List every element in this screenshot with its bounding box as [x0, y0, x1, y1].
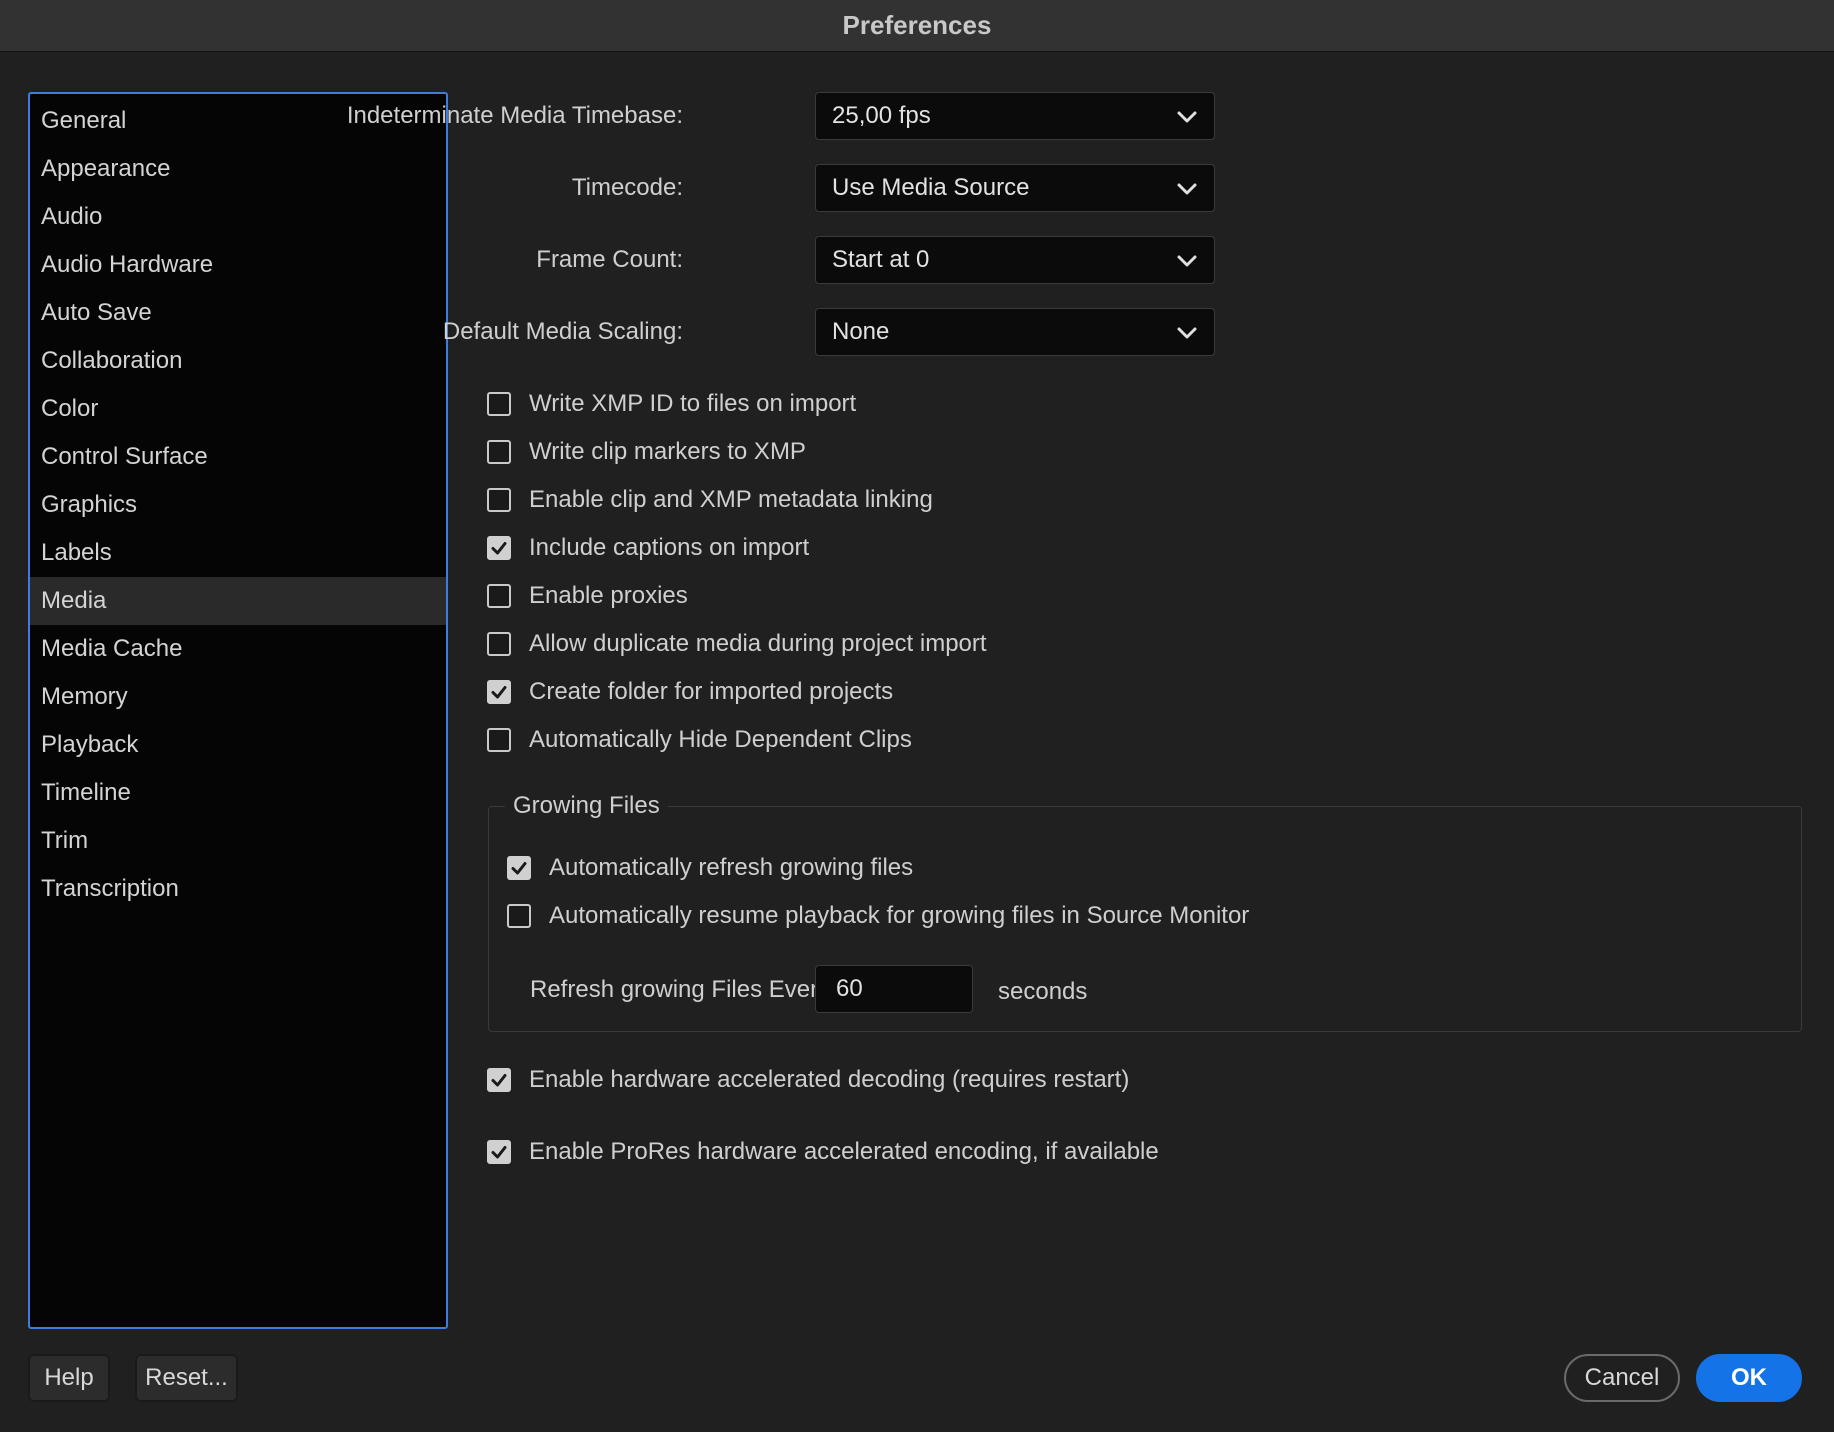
frame-count-value: Start at 0: [832, 246, 930, 273]
hide-dependent-checkbox[interactable]: Automatically Hide Dependent Clips: [487, 720, 912, 760]
checkbox-box[interactable]: [487, 488, 511, 512]
chevron-down-icon: [1177, 183, 1197, 195]
sidebar-item-auto-save[interactable]: Auto Save: [30, 289, 446, 337]
timebase-row: Indeterminate Media Timebase: 25,00 fps: [347, 92, 1215, 140]
checkmark-icon: [491, 1074, 507, 1087]
scaling-label: Default Media Scaling:: [442, 318, 683, 345]
sidebar-list: General Appearance Audio Audio Hardware Auto…: [30, 94, 446, 913]
create-folder-checkbox[interactable]: Create folder for imported projects: [487, 672, 893, 712]
sidebar-item-appearance[interactable]: Appearance: [30, 145, 446, 193]
checkbox-box[interactable]: [487, 440, 511, 464]
timecode-row: Timecode: Use Media Source: [470, 164, 1215, 212]
allow-duplicate-checkbox[interactable]: Allow duplicate media during project imp…: [487, 624, 987, 664]
checkbox-box[interactable]: [487, 728, 511, 752]
sidebar-item-collaboration[interactable]: Collaboration: [30, 337, 446, 385]
sidebar-item-color[interactable]: Color: [30, 385, 446, 433]
checkbox-label: Automatically resume playback for growin…: [549, 902, 1250, 929]
sidebar-item-media-cache[interactable]: Media Cache: [30, 625, 446, 673]
timebase-select[interactable]: 25,00 fps: [815, 92, 1215, 140]
sidebar-item-transcription[interactable]: Transcription: [30, 865, 446, 913]
sidebar-item-control-surface[interactable]: Control Surface: [30, 433, 446, 481]
checkbox-box[interactable]: [487, 536, 511, 560]
checkbox-label: Include captions on import: [529, 534, 810, 561]
checkbox-box[interactable]: [487, 584, 511, 608]
scaling-row: Default Media Scaling: None: [443, 308, 1215, 356]
refresh-interval-input[interactable]: 60: [815, 965, 973, 1013]
checkbox-label: Automatically Hide Dependent Clips: [529, 726, 912, 753]
title-bar: Preferences: [0, 0, 1834, 52]
scaling-value: None: [832, 318, 890, 345]
ok-button[interactable]: OK: [1696, 1354, 1802, 1402]
checkmark-icon: [491, 542, 507, 555]
checkbox-label: Enable proxies: [529, 582, 688, 609]
frame-count-select[interactable]: Start at 0: [815, 236, 1215, 284]
cancel-button[interactable]: Cancel: [1564, 1354, 1680, 1402]
enable-proxies-checkbox[interactable]: Enable proxies: [487, 576, 688, 616]
sidebar-item-memory[interactable]: Memory: [30, 673, 446, 721]
reset-button[interactable]: Reset...: [135, 1354, 238, 1402]
sidebar-item-media[interactable]: Media: [30, 577, 446, 625]
sidebar-item-playback[interactable]: Playback: [30, 721, 446, 769]
chevron-down-icon: [1177, 111, 1197, 123]
sidebar-item-trim[interactable]: Trim: [30, 817, 446, 865]
sidebar-item-graphics[interactable]: Graphics: [30, 481, 446, 529]
auto-resume-checkbox[interactable]: Automatically resume playback for growin…: [507, 896, 1249, 936]
refresh-interval-label: Refresh growing Files Every: [530, 976, 831, 1003]
checkbox-box[interactable]: [507, 856, 531, 880]
checkbox-label: Enable ProRes hardware accelerated encod…: [529, 1138, 1159, 1165]
auto-refresh-checkbox[interactable]: Automatically refresh growing files: [507, 848, 913, 888]
scaling-select[interactable]: None: [815, 308, 1215, 356]
sidebar-item-timeline[interactable]: Timeline: [30, 769, 446, 817]
checkbox-label: Automatically refresh growing files: [549, 854, 914, 881]
checkbox-label: Enable clip and XMP metadata linking: [529, 486, 933, 513]
checkbox-box[interactable]: [507, 904, 531, 928]
write-clip-markers-checkbox[interactable]: Write clip markers to XMP: [487, 432, 806, 472]
sidebar-item-audio-hardware[interactable]: Audio Hardware: [30, 241, 446, 289]
checkbox-box[interactable]: [487, 680, 511, 704]
sidebar-item-labels[interactable]: Labels: [30, 529, 446, 577]
include-captions-checkbox[interactable]: Include captions on import: [487, 528, 809, 568]
chevron-down-icon: [1177, 327, 1197, 339]
checkmark-icon: [491, 1146, 507, 1159]
timebase-value: 25,00 fps: [832, 102, 931, 129]
seconds-unit-label: seconds: [998, 978, 1088, 1005]
checkbox-label: Allow duplicate media during project imp…: [529, 630, 987, 657]
timebase-label: Indeterminate Media Timebase:: [346, 102, 683, 129]
checkbox-label: Create folder for imported projects: [529, 678, 894, 705]
timecode-select[interactable]: Use Media Source: [815, 164, 1215, 212]
sidebar-item-audio[interactable]: Audio: [30, 193, 446, 241]
window-title: Preferences: [842, 10, 992, 40]
checkbox-label: Write XMP ID to files on import: [529, 390, 857, 417]
timecode-value: Use Media Source: [832, 174, 1030, 201]
preferences-sidebar: General Appearance Audio Audio Hardware Auto…: [28, 92, 448, 1329]
checkbox-box[interactable]: [487, 392, 511, 416]
checkbox-box[interactable]: [487, 1068, 511, 1092]
checkbox-box[interactable]: [487, 1140, 511, 1164]
frame-count-label: Frame Count:: [536, 246, 683, 273]
write-xmp-id-checkbox[interactable]: Write XMP ID to files on import: [487, 384, 856, 424]
prores-encoding-checkbox[interactable]: Enable ProRes hardware accelerated encod…: [487, 1132, 1159, 1172]
checkbox-label: Enable hardware accelerated decoding (re…: [529, 1066, 1130, 1093]
hw-decoding-checkbox[interactable]: Enable hardware accelerated decoding (re…: [487, 1060, 1129, 1100]
growing-files-title: Growing Files: [505, 792, 668, 820]
checkmark-icon: [511, 862, 527, 875]
enable-xmp-linking-checkbox[interactable]: Enable clip and XMP metadata linking: [487, 480, 933, 520]
help-button[interactable]: Help: [28, 1354, 110, 1402]
checkbox-label: Write clip markers to XMP: [529, 438, 806, 465]
checkbox-box[interactable]: [487, 632, 511, 656]
checkmark-icon: [491, 686, 507, 699]
chevron-down-icon: [1177, 255, 1197, 267]
frame-count-row: Frame Count: Start at 0: [470, 236, 1215, 284]
timecode-label: Timecode:: [571, 174, 683, 201]
